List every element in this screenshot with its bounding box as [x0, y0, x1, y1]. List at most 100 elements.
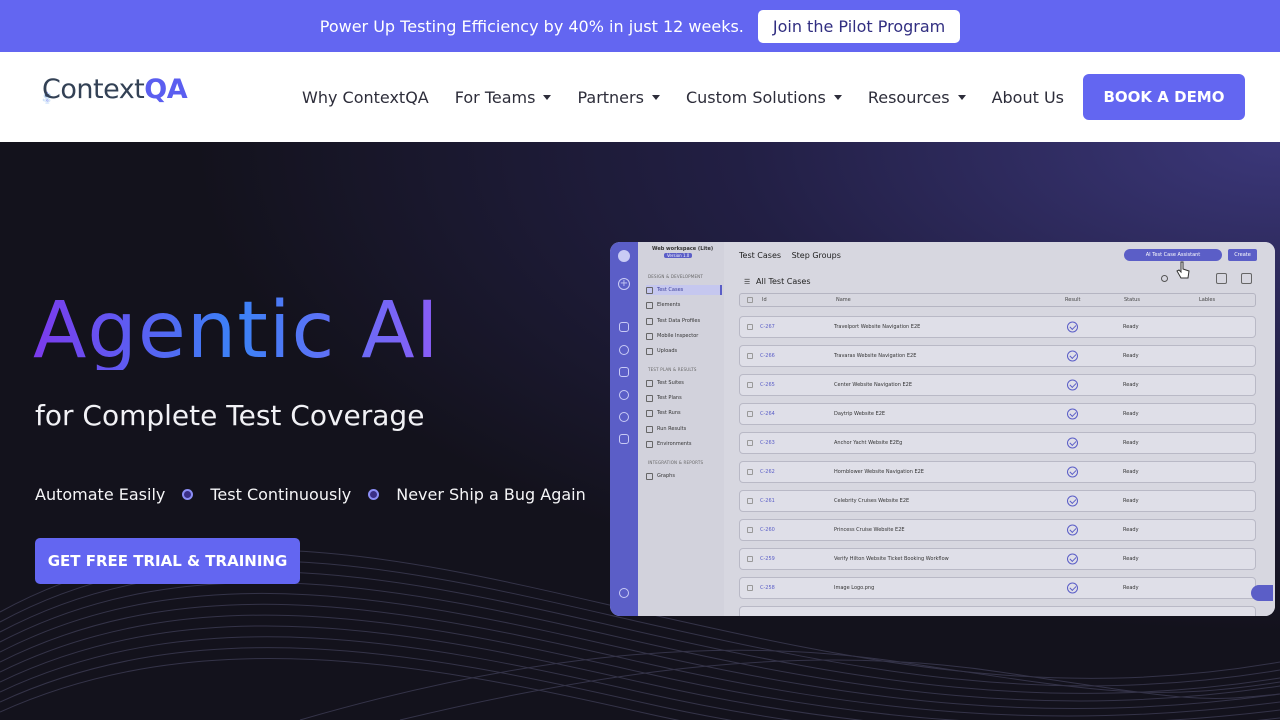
- column-header: Name: [836, 297, 851, 303]
- list-title: All Test Cases: [756, 277, 811, 286]
- nav-why-contextqa[interactable]: Why ContextQA: [302, 88, 429, 107]
- export-icon[interactable]: [1241, 273, 1252, 284]
- search-icon[interactable]: [1161, 275, 1168, 282]
- nav-about-us[interactable]: About Us: [992, 88, 1064, 107]
- pass-check-icon: [1067, 466, 1078, 478]
- create-button[interactable]: Create: [1228, 249, 1257, 261]
- test-case-name[interactable]: Verify Hilton Website Ticket Booking Wor…: [834, 556, 949, 562]
- menu-icon[interactable]: ☰: [744, 278, 750, 286]
- row-checkbox[interactable]: [747, 411, 753, 417]
- test-case-id[interactable]: C-264: [760, 411, 775, 417]
- free-trial-button[interactable]: GET FREE TRIAL & TRAINING: [35, 538, 300, 584]
- test-case-name[interactable]: Hornblower Website Navigation E2E: [834, 469, 924, 475]
- test-case-name[interactable]: Image Logo.png: [834, 585, 874, 591]
- test-case-name[interactable]: Daytrip Website E2E: [834, 411, 885, 417]
- test-case-status: Ready: [1123, 353, 1139, 359]
- test-case-id[interactable]: C-265: [760, 382, 775, 388]
- column-header: Id: [762, 297, 767, 303]
- sidebar-item-test-suites[interactable]: Test Suites: [646, 378, 722, 388]
- row-checkbox[interactable]: [747, 353, 753, 359]
- table-row[interactable]: C-259 Verify Hilton Website Ticket Booki…: [739, 548, 1256, 570]
- test-case-name[interactable]: Anchor Yacht Website E2Eg: [834, 440, 902, 446]
- filter-icon[interactable]: [1216, 273, 1227, 284]
- test-case-status: Ready: [1123, 382, 1139, 388]
- table-row[interactable]: C-260 Princess Cruise Website E2E Ready: [739, 519, 1256, 541]
- globe-icon: [619, 345, 629, 355]
- row-checkbox[interactable]: [747, 527, 753, 533]
- test-case-status: Ready: [1123, 556, 1139, 562]
- feature-item: Automate Easily: [35, 485, 166, 504]
- book-demo-button[interactable]: BOOK A DEMO: [1083, 74, 1245, 120]
- app-sidebar: Web workspace (Lite) Version 1.0 DESIGN …: [638, 242, 724, 616]
- table-row[interactable]: C-262 Hornblower Website Navigation E2E …: [739, 461, 1256, 483]
- pass-check-icon: [1067, 524, 1078, 536]
- row-checkbox[interactable]: [747, 585, 753, 591]
- test-case-status: Ready: [1123, 585, 1139, 591]
- tab-test-cases[interactable]: Test Cases: [739, 251, 781, 260]
- main-nav: ContextQA Why ContextQA For Teams Partne…: [0, 52, 1280, 142]
- join-pilot-button[interactable]: Join the Pilot Program: [757, 9, 961, 43]
- sidebar-item-graphs[interactable]: Graphs: [646, 471, 722, 481]
- test-case-id[interactable]: C-262: [760, 469, 775, 475]
- table-row[interactable]: C-267 Travelport Website Navigation E2E …: [739, 316, 1256, 338]
- add-icon: +: [618, 278, 630, 290]
- test-case-id[interactable]: C-267: [760, 324, 775, 330]
- table-row[interactable]: C-263 Anchor Yacht Website E2Eg Ready: [739, 432, 1256, 454]
- tab-step-groups[interactable]: Step Groups: [792, 251, 841, 260]
- caret-down-icon: [957, 94, 966, 100]
- test-case-id[interactable]: C-260: [760, 527, 775, 533]
- test-case-id[interactable]: C-259: [760, 556, 775, 562]
- chat-widget-icon[interactable]: [1251, 585, 1273, 601]
- sidebar-item-run-results[interactable]: Run Results: [646, 424, 722, 434]
- feature-list: Automate Easily Test Continuously Never …: [35, 485, 586, 504]
- sidebar-item-test-runs[interactable]: Test Runs: [646, 408, 722, 418]
- grid-icon: [619, 322, 629, 332]
- row-checkbox[interactable]: [747, 498, 753, 504]
- table-row[interactable]: C-266 Travaras Website Navigation E2E Re…: [739, 345, 1256, 367]
- sidebar-item-mobile-inspector[interactable]: Mobile Inspector: [646, 331, 722, 341]
- column-header: Result: [1065, 297, 1081, 303]
- nav-partners[interactable]: Partners: [577, 88, 660, 107]
- pointer-cursor-icon: [1176, 261, 1190, 279]
- test-case-id[interactable]: C-261: [760, 498, 775, 504]
- table-row[interactable]: C-264 Daytrip Website E2E Ready: [739, 403, 1256, 425]
- sidebar-item-test-plans[interactable]: Test Plans: [646, 393, 722, 403]
- nav-resources[interactable]: Resources: [868, 88, 966, 107]
- feature-item: Never Ship a Bug Again: [396, 485, 586, 504]
- row-checkbox[interactable]: [747, 556, 753, 562]
- test-case-name[interactable]: Travaras Website Navigation E2E: [834, 353, 916, 359]
- select-all-checkbox[interactable]: [747, 297, 753, 303]
- sidebar-item-test-data-profiles[interactable]: Test Data Profiles: [646, 316, 722, 326]
- test-case-status: Ready: [1123, 527, 1139, 533]
- nav-custom-solutions[interactable]: Custom Solutions: [686, 88, 842, 107]
- row-checkbox[interactable]: [747, 382, 753, 388]
- nav-for-teams[interactable]: For Teams: [455, 88, 552, 107]
- test-case-id[interactable]: C-263: [760, 440, 775, 446]
- sidebar-item-uploads[interactable]: Uploads: [646, 346, 722, 356]
- test-case-id[interactable]: C-258: [760, 585, 775, 591]
- test-case-name[interactable]: Princess Cruise Website E2E: [834, 527, 905, 533]
- table-row[interactable]: C-261 Celebrity Cruises Website E2E Read…: [739, 490, 1256, 512]
- pass-check-icon: [1067, 582, 1078, 594]
- table-row: [739, 606, 1256, 616]
- test-case-status: Ready: [1123, 469, 1139, 475]
- app-tabs: Test Cases Step Groups: [739, 251, 849, 260]
- row-checkbox[interactable]: [747, 440, 753, 446]
- ai-assistant-button[interactable]: AI Test Case Assistant: [1124, 249, 1222, 261]
- test-case-name[interactable]: Travelport Website Navigation E2E: [834, 324, 920, 330]
- sidebar-item-elements[interactable]: Elements: [646, 300, 722, 310]
- row-checkbox[interactable]: [747, 324, 753, 330]
- hero-section: Agentic AI for Complete Test Coverage Au…: [0, 142, 1280, 720]
- version-badge: Version 1.0: [664, 253, 693, 258]
- table-row[interactable]: C-265 Center Website Navigation E2E Read…: [739, 374, 1256, 396]
- table-row[interactable]: C-258 Image Logo.png Ready: [739, 577, 1256, 599]
- hero-subhead: for Complete Test Coverage: [35, 399, 425, 432]
- sidebar-item-test-cases[interactable]: Test Cases: [646, 285, 722, 295]
- sidebar-item-environments[interactable]: Environments: [646, 439, 722, 449]
- logo-wordmark: ContextQA: [42, 74, 188, 105]
- test-case-name[interactable]: Celebrity Cruises Website E2E: [834, 498, 909, 504]
- row-checkbox[interactable]: [747, 469, 753, 475]
- test-case-id[interactable]: C-266: [760, 353, 775, 359]
- logout-icon: [619, 434, 629, 444]
- test-case-name[interactable]: Center Website Navigation E2E: [834, 382, 912, 388]
